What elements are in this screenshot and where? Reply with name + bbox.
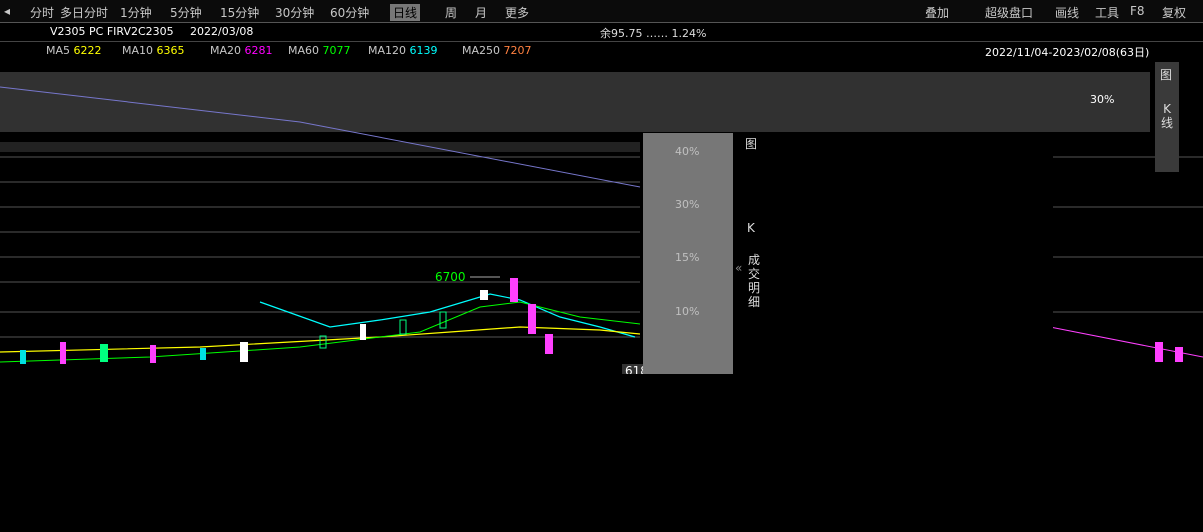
ma5-label: MA5 6222	[46, 44, 102, 57]
detail-panel: 图 K 成交明细 «	[733, 133, 1053, 374]
right-sidebar: 图 K线	[1155, 62, 1179, 172]
tab-multiday[interactable]: 多日分时	[60, 4, 108, 21]
sidebar-tab-chart[interactable]: 图	[1160, 68, 1172, 82]
tab-1min[interactable]: 1分钟	[120, 4, 152, 21]
tab-more[interactable]: 更多	[505, 4, 529, 21]
panel-tab-chart[interactable]: 图	[745, 137, 757, 151]
f8-button[interactable]: F8	[1130, 4, 1145, 18]
tab-15min[interactable]: 15分钟	[220, 4, 259, 21]
pct-40: 40%	[675, 145, 700, 158]
super-orderbook-button[interactable]: 超级盘口	[985, 4, 1033, 21]
tab-daily[interactable]: 日线	[390, 4, 421, 21]
overlay-button[interactable]: 叠加	[925, 4, 949, 21]
date-range: 2022/11/04-2023/02/08(63日)	[985, 46, 1150, 59]
ma250-label: MA250 7207	[462, 44, 532, 57]
tab-monthly[interactable]: 月	[475, 4, 487, 21]
top-toolbar: ◂ 分时 多日分时 1分钟 5分钟 15分钟 30分钟 60分钟 日线 周 月 …	[0, 0, 1203, 23]
tab-intraday[interactable]: 分时	[30, 4, 54, 21]
ma120-label: MA120 6139	[368, 44, 438, 57]
high-price-label: 6700	[435, 270, 466, 284]
right-pct-label: 30%	[1090, 93, 1115, 106]
info-date: 2022/03/08	[190, 25, 254, 38]
blank-area	[0, 375, 1203, 532]
info-summary: 余95.75 …… 1.24%	[600, 27, 707, 40]
ma-legend: MA5 6222 MA10 6365 MA20 6281 MA60 7077 M…	[0, 42, 1203, 60]
draw-line-button[interactable]: 画线	[1055, 4, 1079, 21]
adjust-button[interactable]: 复权	[1162, 4, 1186, 21]
ma10-label: MA10 6365	[122, 44, 185, 57]
tab-5min[interactable]: 5分钟	[170, 4, 202, 21]
contract-code: V2305 PC FIRV2C2305	[50, 25, 174, 38]
back-icon[interactable]: ◂	[4, 4, 10, 18]
sidebar-tab-kline[interactable]: K线	[1160, 102, 1174, 130]
pct-30: 30%	[675, 198, 700, 211]
pct-15: 15%	[675, 251, 700, 264]
panel-tab-trades[interactable]: 成交明细	[747, 253, 761, 309]
tab-weekly[interactable]: 周	[445, 4, 457, 21]
pct-10: 10%	[675, 305, 700, 318]
ma60-label: MA60 7077	[288, 44, 351, 57]
collapse-icon[interactable]: «	[735, 261, 742, 275]
panel-tab-k[interactable]: K	[747, 221, 755, 235]
ma20-label: MA20 6281	[210, 44, 273, 57]
tab-60min[interactable]: 60分钟	[330, 4, 369, 21]
percentage-panel: 40% 30% 15% 10%	[643, 133, 733, 374]
info-bar: V2305 PC FIRV2C2305 2022/03/08 余95.75 ………	[0, 23, 1203, 42]
tab-30min[interactable]: 30分钟	[275, 4, 314, 21]
tools-button[interactable]: 工具	[1095, 4, 1119, 21]
